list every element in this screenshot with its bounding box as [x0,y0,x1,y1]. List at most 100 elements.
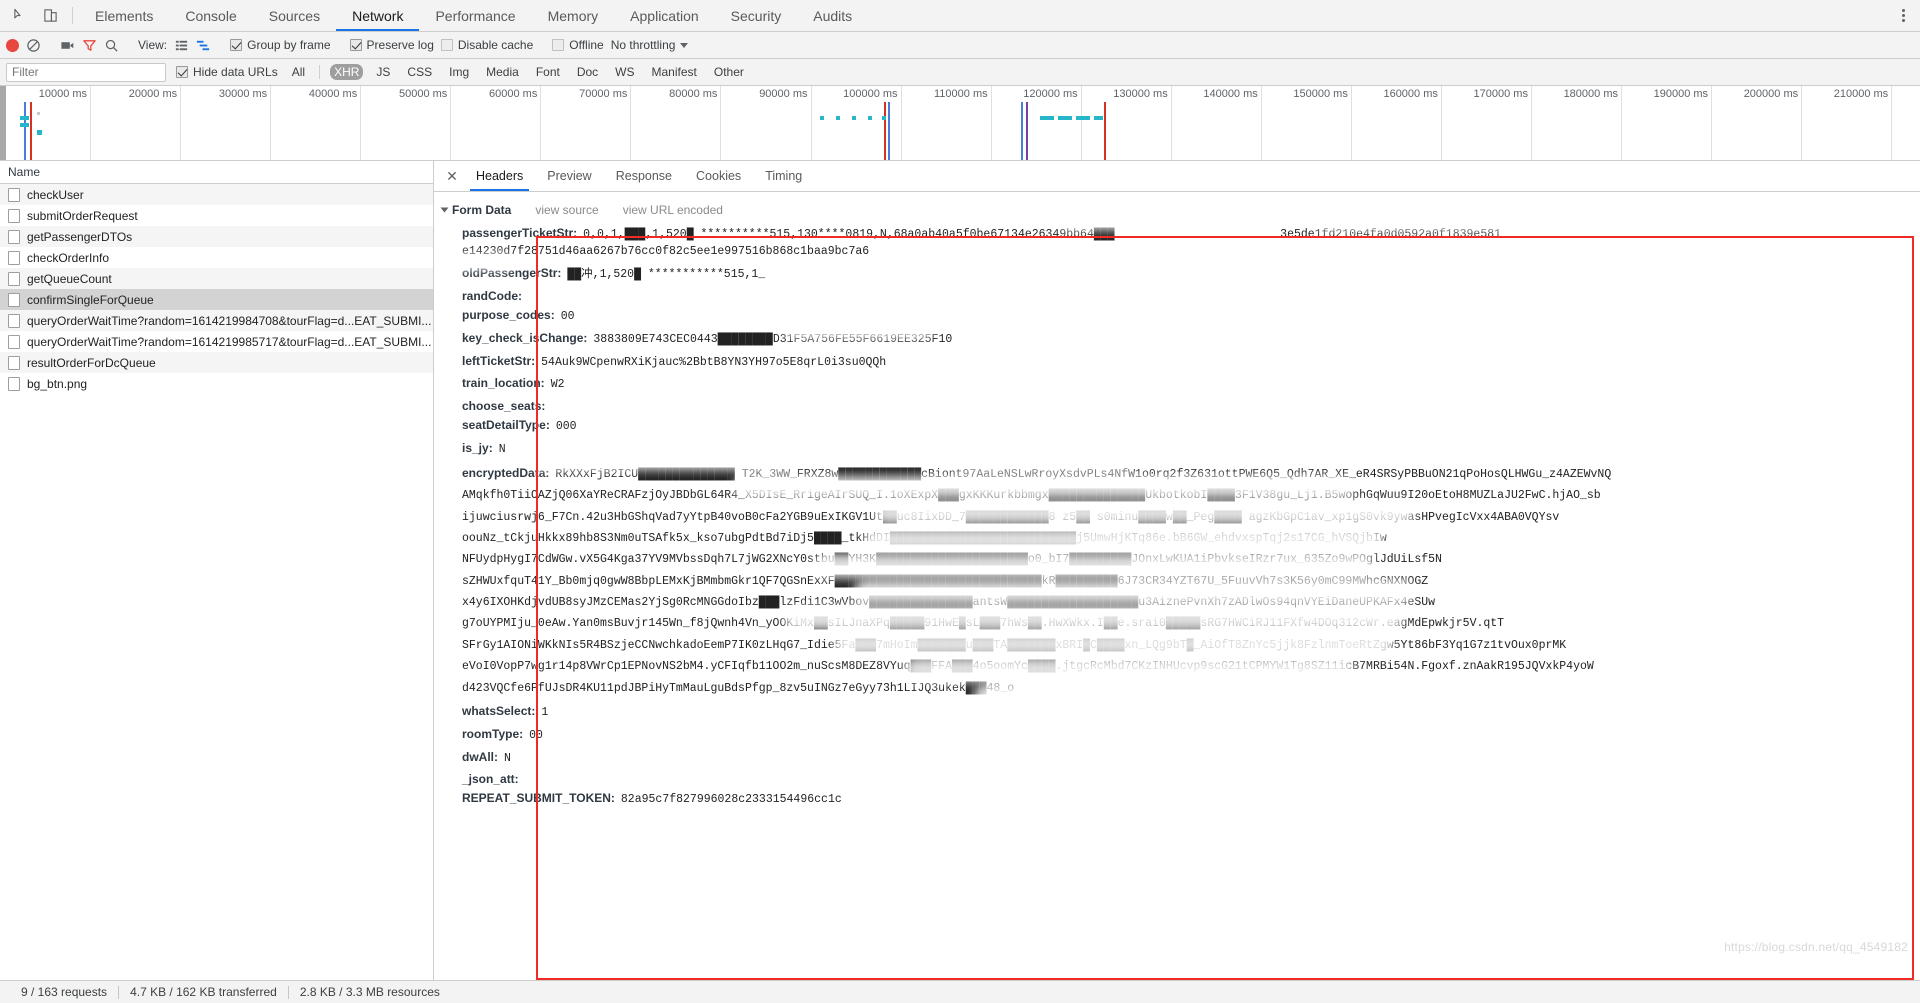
resource-type-filters: All XHR JS CSS Img Media Font Doc WS Man… [288,64,748,80]
request-name: getQueueCount [27,271,112,286]
disable-cache-checkbox[interactable]: Disable cache [440,38,533,52]
filter-type-css[interactable]: CSS [403,64,436,80]
filter-input[interactable] [6,62,166,82]
search-icon[interactable] [104,38,119,53]
filter-type-media[interactable]: Media [482,64,523,80]
list-view-icon[interactable] [174,38,189,53]
request-list-body[interactable]: checkUser submitOrderRequest getPassengerD… [0,184,433,980]
filter-type-img[interactable]: Img [445,64,473,80]
table-row[interactable]: queryOrderWaitTime?random=1614219984708&… [0,310,433,331]
tab-console[interactable]: Console [169,0,252,31]
funnel-icon[interactable] [82,38,97,53]
table-row[interactable]: submitOrderRequest [0,205,433,226]
network-toolbar: View: Group by frame Preserve log Disabl… [0,32,1920,59]
tab-network[interactable]: Network [336,0,420,31]
inspect-element-icon[interactable] [10,6,30,26]
detail-tab-cookies[interactable]: Cookies [684,161,753,191]
overview-tick-label: 90000 ms [759,88,808,100]
detail-tab-headers[interactable]: Headers [464,161,535,191]
preserve-log-checkbox[interactable]: Preserve log [349,38,434,52]
tab-security[interactable]: Security [715,0,798,31]
tab-sources[interactable]: Sources [253,0,336,31]
filter-type-all[interactable]: All [288,64,309,80]
overview-bar [882,116,886,120]
checkbox-box [552,39,565,51]
form-data-key: whatsSelect: [462,703,536,718]
tab-performance[interactable]: Performance [419,0,531,31]
tab-label: Application [630,7,699,24]
devtools-window: Elements Console Sources Network Perform… [0,0,1920,1003]
view-url-encoded-link[interactable]: view URL encoded [623,203,723,217]
detail-tab-preview[interactable]: Preview [535,161,603,191]
tab-application[interactable]: Application [614,0,715,31]
tab-audits[interactable]: Audits [797,0,868,31]
form-data-row: passengerTicketStr: 0,0,1,███,1,520█ ****… [462,223,1920,264]
status-resources: 2.8 KB / 3.3 MB resources [299,985,440,999]
tab-elements[interactable]: Elements [79,0,169,31]
group-by-frame-checkbox[interactable]: Group by frame [230,38,331,52]
tab-label: Network [352,7,404,24]
table-row[interactable]: getPassengerDTOs [0,226,433,247]
clear-button[interactable] [26,38,41,53]
file-icon [8,355,20,370]
table-row[interactable]: bg_btn.png [0,373,433,394]
network-filter-bar: Hide data URLs All XHR JS CSS Img Media … [0,59,1920,86]
table-row[interactable]: checkOrderInfo [0,247,433,268]
table-row[interactable]: confirmSingleForQueue [0,289,433,310]
form-data-value-line: NFUydpHygI7CdWGw.vX5G4Kga37YV9MVbssDqh7L… [462,553,1442,567]
overview-tick-label: 40000 ms [308,88,358,100]
form-data-value-line: RkXXxFjB2ICU██████████████ T2K_3WW_FRXZ8… [555,467,1612,481]
detail-tab-timing[interactable]: Timing [753,161,814,191]
throttling-value: No throttling [610,38,676,52]
table-row[interactable]: queryOrderWaitTime?random=1614219985717&… [0,331,433,352]
filter-type-xhr[interactable]: XHR [330,64,364,80]
record-button[interactable] [6,38,19,52]
camera-icon[interactable] [60,38,75,53]
overview-tick: 70000 ms [579,86,632,160]
form-data-key: REPEAT_SUBMIT_TOKEN: [462,791,615,806]
filter-type-doc[interactable]: Doc [573,64,602,80]
network-overview[interactable]: 10000 ms 20000 ms 30000 ms 40000 ms 50000 ms… [0,86,1920,161]
overview-tick: 170000 ms [1474,86,1532,160]
checkbox-label: Preserve log [366,38,434,52]
network-main: Name checkUser submitOrderRequest getPasse… [0,161,1920,980]
filter-type-other[interactable]: Other [710,64,748,80]
tab-memory[interactable]: Memory [532,0,615,31]
overview-bar [1076,116,1090,120]
offline-checkbox[interactable]: Offline [552,38,604,52]
overview-marker [1104,102,1106,160]
overview-left-handle[interactable] [0,86,6,160]
filter-divider [319,65,321,79]
checkbox-label: Hide data URLs [193,65,278,79]
overview-tick-label: 140000 ms [1203,88,1258,100]
view-source-link[interactable]: view source [535,203,598,217]
overview-tick-label: 190000 ms [1653,88,1709,100]
overview-tick-label: 10000 ms [38,88,88,100]
close-icon[interactable]: ✕ [440,161,464,191]
table-row[interactable]: checkUser [0,184,433,205]
filter-type-manifest[interactable]: Manifest [648,64,701,80]
table-row[interactable]: resultOrderForDcQueue [0,352,433,373]
filter-type-font[interactable]: Font [532,64,564,80]
throttling-dropdown[interactable]: No throttling [611,38,689,52]
filter-type-ws[interactable]: WS [611,64,638,80]
form-data-row: choose_seats: [462,397,1920,416]
detail-tab-response[interactable]: Response [604,161,684,191]
file-icon [8,271,20,286]
table-row[interactable]: getQueueCount [0,268,433,289]
device-toolbar-icon[interactable] [40,6,60,26]
hide-data-urls-checkbox[interactable]: Hide data URLs [176,65,278,79]
overview-tick: 190000 ms [1654,86,1713,160]
filter-type-js[interactable]: JS [372,64,394,80]
overview-marker [24,102,26,160]
form-data-value-line: eVoI0VopP7wg1r14p8VWrCp1EPNovNS2bM4.yCFI… [462,660,1594,674]
kebab-menu-icon[interactable] [1899,6,1908,25]
waterfall-view-icon[interactable] [196,38,211,53]
form-data-value: 0,0,1,███,1,520█ **********515,130****08… [583,227,1502,241]
overview-bar [20,123,29,127]
request-name: queryOrderWaitTime?random=1614219985717&… [27,334,432,349]
overview-tick: 40000 ms [309,86,362,160]
file-icon [8,250,20,265]
chevron-down-icon[interactable] [440,207,449,213]
request-name: checkUser [27,187,84,202]
